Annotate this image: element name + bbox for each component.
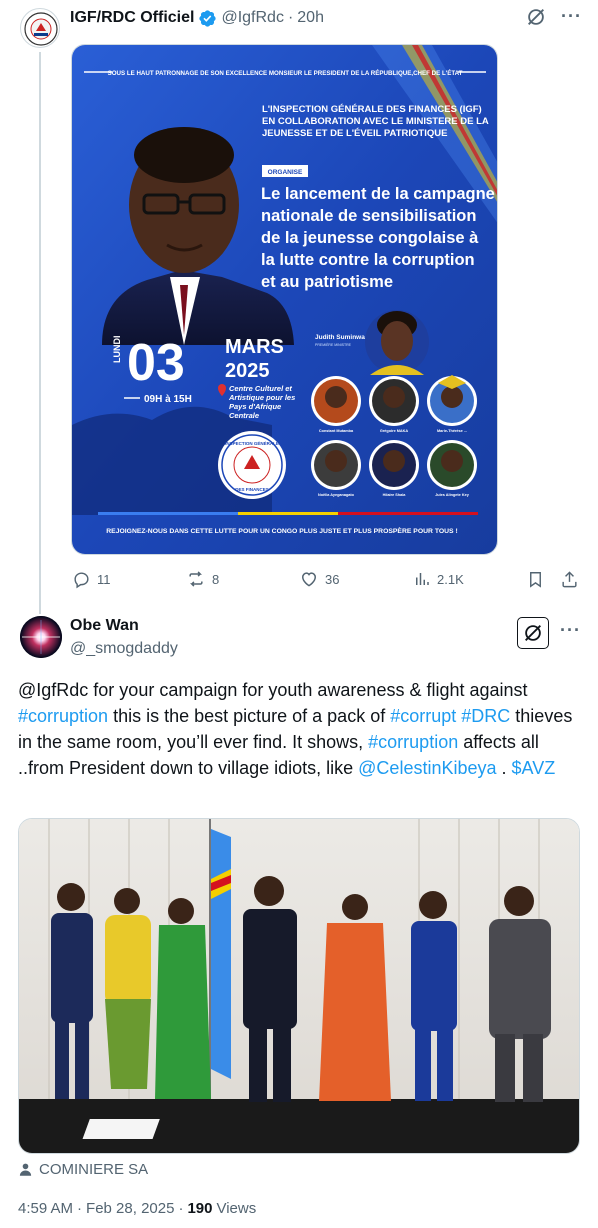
bookmark-icon <box>530 571 541 588</box>
tagged-user[interactable]: COMINIERE SA <box>18 1161 148 1178</box>
heart-icon <box>301 572 317 587</box>
tweet1-header: IGF/RDC Officiel @IgfRdc · 20h <box>70 8 324 28</box>
tweet1-grok-button[interactable] <box>525 6 547 33</box>
tweet-text-part: @IgfRdc for your campaign for youth awar… <box>18 680 528 700</box>
hashtag-corrupt[interactable]: #corrupt <box>390 706 456 726</box>
seal-top-text: INSPECTION GÉNÉRALE <box>225 439 279 446</box>
tweet2-date[interactable]: Feb 28, 2025 <box>86 1200 174 1217</box>
hashtag-drc[interactable]: #DRC <box>461 706 510 726</box>
mention-celestinkibeya[interactable]: @CelestinKibeya <box>358 758 496 778</box>
speakers-row-1 <box>311 375 477 426</box>
poster-graphic: SOUS LE HAUT PATRONNAGE DE SON EXCELLENC… <box>72 45 497 554</box>
like-count: 36 <box>325 571 340 587</box>
poster-pm-name: Judith Suminwa <box>315 334 365 341</box>
tweet2-time[interactable]: 4:59 AM <box>18 1200 73 1217</box>
seal-bottom-text: DES FINANCES <box>235 487 269 492</box>
tweet2-meta: 4:59 AM · Feb 28, 2025 · 190 Views <box>18 1200 256 1217</box>
like-button[interactable]: 36 <box>299 566 339 592</box>
person-icon <box>19 1163 32 1176</box>
views-button[interactable]: 2.1K <box>413 566 464 592</box>
igf-avatar[interactable] <box>20 8 60 48</box>
poster-top-banner: SOUS LE HAUT PATRONNAGE DE SON EXCELLENC… <box>108 69 463 77</box>
tweet1-action-bar: 11 8 36 2.1K <box>70 566 584 592</box>
lens-flare-avatar-icon <box>20 616 62 658</box>
speakers-row-2 <box>311 440 477 490</box>
poster-headline-3: de la jeunesse congolaise à <box>261 229 479 247</box>
tweet2-handle[interactable]: @_smogdaddy <box>70 640 178 658</box>
meta-separator: · <box>77 1200 83 1217</box>
igf-logo-icon <box>24 12 58 46</box>
poster-footer: REJOIGNEZ-NOUS DANS CETTE LUTTE POUR UN … <box>106 526 457 535</box>
group-photo-graphic <box>19 819 579 1153</box>
poster-venue-3: Pays d'Afrique <box>229 402 281 411</box>
tweet1-more-icon[interactable]: ··· <box>561 6 582 27</box>
tweet2-author-name[interactable]: Obe Wan <box>70 617 139 635</box>
tweet-text-part: . <box>496 758 512 778</box>
tweet1-handle[interactable]: @IgfRdc <box>221 9 283 27</box>
repost-icon <box>189 571 203 587</box>
speaker-name-2: Grégoire MAKA <box>380 429 409 433</box>
views-chart-icon <box>416 573 429 585</box>
speaker-name-3: Marie-Thérèse ... <box>437 429 467 433</box>
grok-icon <box>528 9 544 25</box>
meta-separator: · <box>178 1200 184 1217</box>
share-icon <box>562 570 577 587</box>
tweet1-author-name[interactable]: IGF/RDC Officiel <box>70 9 194 27</box>
poster-venue-4: Centrale <box>229 411 259 420</box>
speaker-name-6: Jules Alingete Key <box>435 493 470 497</box>
tweet2-text: @IgfRdc for your campaign for youth awar… <box>18 677 584 781</box>
poster-org-line2: EN COLLABORATION AVEC LE MINISTERE DE LA <box>262 116 489 127</box>
grok-icon <box>525 625 541 641</box>
poster-date-num: 03 <box>127 334 185 392</box>
tweet2-grok-button[interactable] <box>517 617 549 649</box>
tweet2-views-count: 190 <box>187 1200 213 1217</box>
repost-count: 8 <box>212 571 220 587</box>
hashtag-corruption-2[interactable]: #corruption <box>368 732 458 752</box>
cashtag-avz[interactable]: $AVZ <box>512 758 556 778</box>
poster-headline-4: la lutte contre la corruption <box>261 251 475 269</box>
thread-line <box>39 52 41 614</box>
tagged-user-name: COMINIERE SA <box>39 1161 149 1178</box>
share-button[interactable] <box>560 566 579 592</box>
speaker-name-1: Constant Mutamba <box>319 429 354 433</box>
poster-venue-2: Artistique pour les <box>228 393 295 402</box>
tweet1-time[interactable]: 20h <box>297 9 324 27</box>
poster-headline-1: Le lancement de la campagne <box>261 185 495 203</box>
tweet1-separator: · <box>287 9 294 26</box>
poster-year: 2025 <box>225 360 270 382</box>
poster-headline-2: nationale de sensibilisation <box>261 207 476 225</box>
poster-org-line1: L'INSPECTION GÉNÉRALE DES FINANCES (IGF) <box>262 104 482 115</box>
poster-org-line3: JEUNESSE ET DE L'ÉVEIL PATRIOTIQUE <box>262 128 447 139</box>
verified-badge-icon <box>199 9 217 27</box>
tweet2-more-icon[interactable]: ··· <box>560 620 581 641</box>
poster-month: MARS <box>225 336 284 358</box>
poster-day: LUNDI <box>112 336 122 364</box>
poster-pm-title: PREMIÈRE MINISTRE <box>315 342 352 347</box>
poster-hours: 09H à 15H <box>144 394 192 405</box>
tweet1-poster-image[interactable]: SOUS LE HAUT PATRONNAGE DE SON EXCELLENC… <box>71 44 498 555</box>
tweet-text-part: this is the best picture of a pack of <box>108 706 391 726</box>
tweet2-views-label: Views <box>216 1200 257 1217</box>
tweet2-group-photo[interactable] <box>18 818 580 1154</box>
repost-button[interactable]: 8 <box>186 566 219 592</box>
speaker-name-5: Hilaire Shala <box>383 493 407 497</box>
poster-venue-1: Centre Culturel et <box>229 384 292 393</box>
bookmark-button[interactable] <box>526 566 545 592</box>
speaker-name-4: Noëlla Ayeganagato <box>318 493 355 497</box>
poster-headline-5: et au patriotisme <box>261 273 393 291</box>
reply-button[interactable]: 11 <box>72 566 111 592</box>
views-count: 2.1K <box>437 571 464 587</box>
hashtag-corruption[interactable]: #corruption <box>18 706 108 726</box>
reply-icon <box>74 571 89 588</box>
obe-wan-avatar[interactable] <box>20 616 62 658</box>
reply-count: 11 <box>97 571 111 587</box>
poster-organise-badge: ORGANISE <box>268 169 303 176</box>
